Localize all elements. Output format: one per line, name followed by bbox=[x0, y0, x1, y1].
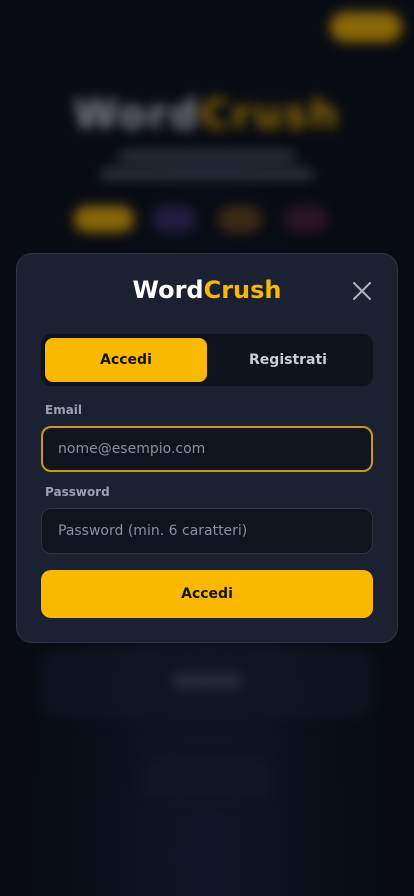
tab-login[interactable]: Accedi bbox=[45, 338, 207, 382]
background-subtitle-line bbox=[100, 168, 314, 180]
password-label: Password bbox=[45, 485, 110, 499]
email-field[interactable] bbox=[41, 426, 373, 472]
tab-register[interactable]: Registrati bbox=[207, 338, 369, 382]
background-language-pill bbox=[284, 206, 328, 232]
auth-tabs: Accedi Registrati bbox=[41, 334, 373, 386]
background-subtitle-line bbox=[118, 150, 296, 162]
close-icon bbox=[353, 282, 371, 300]
title-word: Word bbox=[132, 276, 204, 304]
login-modal: WordCrush Accedi Registrati Email Passwo… bbox=[16, 253, 398, 643]
password-field[interactable] bbox=[41, 508, 373, 554]
background-button bbox=[140, 758, 274, 798]
login-submit-button[interactable]: Accedi bbox=[41, 570, 373, 618]
background-card-label bbox=[172, 674, 242, 688]
background-language-pill bbox=[74, 206, 134, 232]
background-language-pill bbox=[218, 206, 262, 232]
close-button[interactable] bbox=[349, 278, 375, 304]
modal-title: WordCrush bbox=[17, 276, 397, 304]
title-crush: Crush bbox=[203, 276, 282, 304]
background-language-pill bbox=[152, 206, 196, 232]
background-title: WordCrush bbox=[73, 92, 341, 138]
background-pill-button bbox=[330, 12, 402, 42]
app-page: WordCrush WordCrush Accedi Registrati Em… bbox=[0, 0, 414, 896]
email-label: Email bbox=[45, 403, 83, 417]
